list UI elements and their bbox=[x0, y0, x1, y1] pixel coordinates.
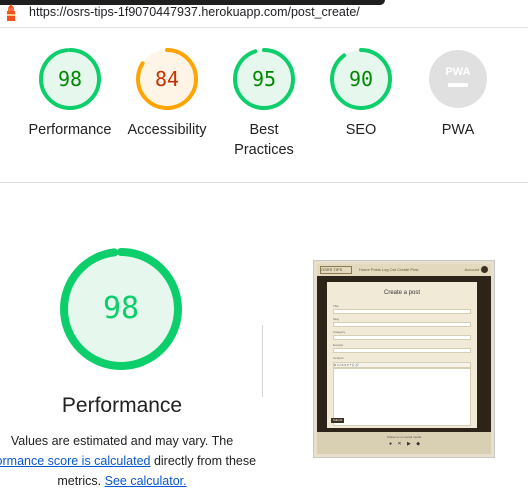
thumbnail-nav-links: Home Posts Log Out Create Post bbox=[359, 267, 419, 272]
category-accessibility[interactable]: 84 Accessibility bbox=[117, 46, 217, 140]
category-label: Accessibility bbox=[127, 122, 207, 138]
url-bar: https://osrs-tips-1f9070447937.herokuapp… bbox=[0, 0, 528, 26]
category-seo[interactable]: 90 SEO bbox=[311, 46, 411, 140]
score-calculated-link[interactable]: rformance score is calculated bbox=[0, 454, 150, 468]
thumbnail-label: Category bbox=[333, 330, 346, 334]
page-screenshot-thumbnail[interactable]: OSRS TIPS Home Posts Log Out Create Post… bbox=[313, 260, 495, 458]
score-gauge: 90 bbox=[330, 48, 392, 110]
thumbnail-field bbox=[333, 309, 471, 314]
category-label: PWA bbox=[441, 122, 475, 138]
score-value: 98 bbox=[58, 67, 82, 91]
category-performance[interactable]: 98 Performance bbox=[20, 46, 120, 140]
category-best-practices[interactable]: 95 Best Practices bbox=[214, 46, 314, 160]
thumbnail-page: OSRS TIPS Home Posts Log Out Create Post… bbox=[317, 264, 491, 454]
category-label: SEO bbox=[345, 122, 377, 138]
lighthouse-logo-icon bbox=[7, 4, 15, 21]
thumbnail-footer-text: Follow us on social media bbox=[386, 435, 422, 439]
thumbnail-label: Content bbox=[333, 356, 344, 360]
divider bbox=[0, 27, 528, 28]
thumbnail-field bbox=[333, 322, 471, 327]
thumbnail-account: Account bbox=[464, 267, 479, 272]
score-gauge: 84 bbox=[136, 48, 198, 110]
thumbnail-label: Title bbox=[333, 304, 339, 308]
category-pwa[interactable]: PWA PWA bbox=[408, 46, 508, 140]
pwa-icon: PWA bbox=[445, 66, 470, 78]
note-text: metrics. bbox=[57, 474, 105, 488]
performance-gauge: 98 bbox=[60, 248, 182, 370]
thumbnail-submit: Submit bbox=[331, 418, 344, 423]
performance-title: Performance bbox=[61, 394, 183, 417]
gauge-fill bbox=[429, 50, 487, 108]
thumbnail-editor bbox=[333, 368, 471, 426]
vertical-divider bbox=[262, 325, 263, 397]
page-url[interactable]: https://osrs-tips-1f9070447937.herokuapp… bbox=[29, 5, 360, 19]
score-value: 95 bbox=[252, 67, 276, 91]
score-gauge: PWA bbox=[429, 50, 487, 108]
score-value: 90 bbox=[349, 67, 373, 91]
thumbnail-navbar: OSRS TIPS Home Posts Log Out Create Post… bbox=[317, 264, 491, 276]
score-value: 84 bbox=[155, 67, 179, 91]
category-label: Best Practices bbox=[234, 122, 294, 158]
note-text: Values are estimated and may vary. The bbox=[10, 434, 234, 448]
thumbnail-brand: OSRS TIPS bbox=[320, 266, 352, 274]
thumbnail-field bbox=[333, 348, 471, 353]
thumbnail-label: Slug bbox=[333, 317, 340, 321]
score-gauge: 98 bbox=[39, 48, 101, 110]
see-calculator-link[interactable]: See calculator. bbox=[105, 474, 187, 488]
score-note: Values are estimated and may vary. The r… bbox=[0, 431, 264, 491]
thumbnail-label: Excerpt bbox=[333, 343, 344, 347]
not-applicable-dash bbox=[448, 83, 468, 87]
thumbnail-form-card: Create a post Title Slug Category Excerp… bbox=[327, 282, 477, 428]
thumbnail-card-title: Create a post bbox=[383, 290, 421, 296]
note-text: directly from these bbox=[150, 454, 257, 468]
performance-score: 98 bbox=[103, 291, 139, 326]
thumbnail-footer: Follow us on social media ● ✕ ▶ ◆ bbox=[317, 432, 491, 454]
divider bbox=[0, 182, 528, 183]
score-gauge: 95 bbox=[233, 48, 295, 110]
avatar-icon bbox=[481, 266, 488, 273]
category-label: Performance bbox=[28, 122, 112, 138]
social-icons: ● ✕ ▶ ◆ bbox=[389, 441, 423, 447]
thumbnail-field bbox=[333, 335, 471, 340]
